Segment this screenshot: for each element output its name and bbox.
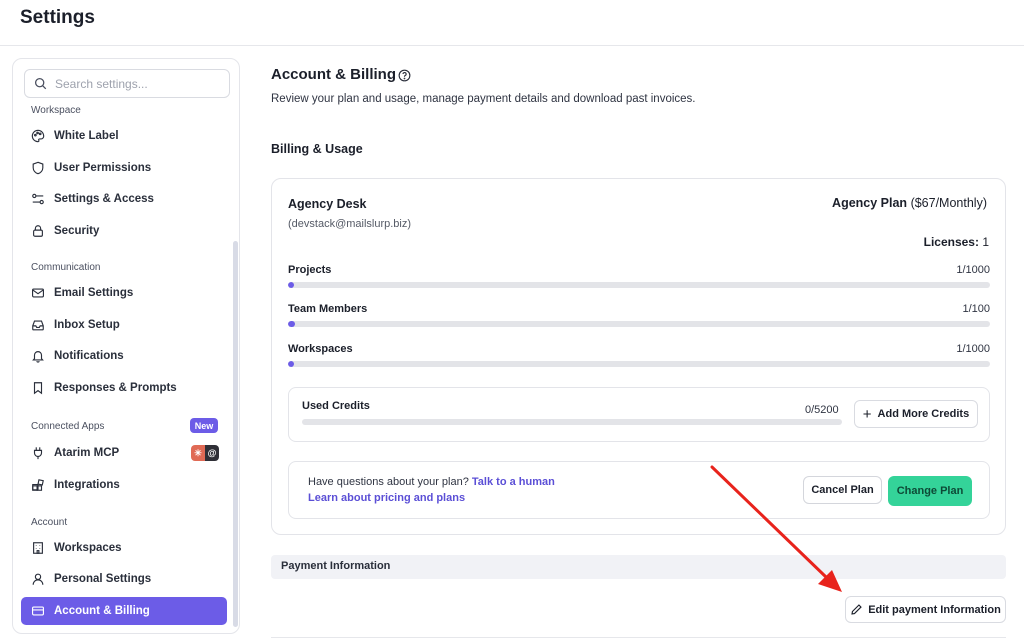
- usage-count: 1/1000: [956, 343, 990, 355]
- sidebar-item-account-billing[interactable]: Account & Billing: [21, 597, 227, 625]
- licenses-value: 1: [982, 235, 989, 249]
- bookmark-icon: [31, 381, 45, 395]
- sidebar-item-user-permissions[interactable]: User Permissions: [21, 154, 227, 182]
- credits-box: Used Credits 0/5200 + Add More Credits: [288, 387, 990, 442]
- sidebar-item-label: Settings & Access: [54, 193, 154, 205]
- sidebar-item-personal-settings[interactable]: Personal Settings: [21, 565, 227, 593]
- usage-label: Workspaces: [288, 343, 353, 355]
- credit-card-icon: [31, 604, 45, 618]
- search-input[interactable]: [55, 76, 225, 91]
- sidebar-item-label: Integrations: [54, 479, 120, 491]
- learn-pricing-link[interactable]: Learn about pricing and plans: [308, 492, 465, 504]
- section-label-account: Account: [31, 517, 68, 528]
- usage-label: Projects: [288, 264, 332, 276]
- lock-icon: [31, 224, 45, 238]
- sidebar-item-email-settings[interactable]: Email Settings: [21, 279, 227, 307]
- asterisk-app-icon: ✳: [191, 445, 205, 461]
- talk-to-human-link[interactable]: Talk to a human: [472, 476, 555, 488]
- sliders-icon: [31, 192, 45, 206]
- search-icon: [34, 77, 47, 90]
- payment-information-title: Payment Information: [281, 560, 391, 572]
- edit-payment-label: Edit payment Information: [868, 603, 1001, 616]
- sidebar-item-label: Inbox Setup: [54, 319, 120, 331]
- payment-information-header: Payment Information: [271, 555, 1006, 579]
- palette-icon: [31, 129, 45, 143]
- sidebar-item-security[interactable]: Security: [21, 217, 227, 245]
- divider: [271, 637, 1006, 638]
- usage-label: Team Members: [288, 303, 368, 315]
- sidebar-item-label: White Label: [54, 130, 119, 142]
- sidebar-item-label: Personal Settings: [54, 573, 152, 585]
- section-label-communication: Communication: [31, 262, 101, 273]
- progress-track: [288, 321, 990, 327]
- plan-name: Agency Plan: [832, 196, 908, 210]
- sidebar-item-integrations[interactable]: Integrations: [21, 471, 227, 499]
- sidebar-item-label: Email Settings: [54, 287, 134, 299]
- licenses-label: Licenses:: [923, 235, 979, 249]
- sidebar-item-notifications[interactable]: Notifications: [21, 342, 227, 370]
- sidebar-item-label: Atarim MCP: [54, 447, 120, 459]
- building-icon: [31, 541, 45, 555]
- plan-question: Have questions about your plan? Talk to …: [308, 476, 555, 488]
- plus-icon: +: [862, 405, 872, 423]
- sidebar-item-settings-access[interactable]: Settings & Access: [21, 185, 227, 213]
- sidebar-item-label: Notifications: [54, 350, 124, 362]
- billing-usage-heading: Billing & Usage: [271, 142, 363, 156]
- sidebar-item-workspaces[interactable]: Workspaces: [21, 534, 227, 562]
- section-label-workspace: Workspace: [31, 105, 81, 116]
- account-name: Agency Desk: [288, 197, 367, 211]
- sidebar-scrollbar[interactable]: [233, 241, 238, 627]
- plug-icon: [31, 446, 45, 460]
- sidebar-item-responses-prompts[interactable]: Responses & Prompts: [21, 374, 227, 402]
- shield-icon: [31, 161, 45, 175]
- mcp-app-icons: ✳ @: [191, 445, 219, 461]
- search-box[interactable]: [24, 69, 230, 98]
- progress-fill: [288, 321, 296, 327]
- add-more-credits-label: Add More Credits: [877, 408, 970, 420]
- usage-count: 1/100: [962, 303, 990, 315]
- account-email: (devstack@mailslurp.biz): [288, 218, 412, 230]
- change-plan-button[interactable]: Change Plan: [888, 476, 972, 506]
- sidebar-item-white-label[interactable]: White Label: [21, 122, 227, 150]
- plan-info: Agency Plan ($67/Monthly): [832, 196, 987, 210]
- section-label-connected-apps: Connected Apps: [31, 421, 105, 432]
- top-bar: Settings: [0, 0, 1024, 46]
- learn-pricing-row: Learn about pricing and plans: [308, 492, 465, 504]
- section-title: Account & Billing: [271, 66, 396, 83]
- credits-progress-track: [302, 419, 842, 425]
- plan-price: ($67/Monthly): [910, 196, 987, 210]
- page-title: Settings: [20, 7, 95, 28]
- billing-card: Agency Desk (devstack@mailslurp.biz) Age…: [271, 178, 1006, 535]
- sidebar-item-label: Account & Billing: [54, 605, 150, 617]
- sidebar-item-inbox-setup[interactable]: Inbox Setup: [21, 311, 227, 339]
- help-circle-icon[interactable]: [398, 69, 411, 82]
- plan-help-box: Have questions about your plan? Talk to …: [288, 461, 990, 519]
- section-description: Review your plan and usage, manage payme…: [271, 93, 696, 105]
- licenses-info: Licenses: 1: [924, 235, 989, 249]
- plan-question-text: Have questions about your plan?: [308, 476, 469, 488]
- cancel-plan-button[interactable]: Cancel Plan: [803, 476, 882, 504]
- add-more-credits-button[interactable]: + Add More Credits: [854, 400, 978, 428]
- pencil-icon: [851, 604, 862, 615]
- progress-fill: [288, 361, 294, 367]
- usage-count: 1/1000: [956, 264, 990, 276]
- new-badge: New: [190, 418, 218, 433]
- user-icon: [31, 572, 45, 586]
- blocks-icon: [31, 478, 45, 492]
- sidebar-item-label: User Permissions: [54, 162, 152, 174]
- sidebar-item-label: Security: [54, 225, 100, 237]
- sidebar-item-label: Workspaces: [54, 542, 122, 554]
- sidebar-item-label: Responses & Prompts: [54, 382, 177, 394]
- at-sign-app-icon: @: [205, 445, 219, 461]
- settings-sidebar: Workspace White Label User Permissions S…: [12, 58, 240, 634]
- credits-label: Used Credits: [302, 400, 370, 412]
- edit-payment-button[interactable]: Edit payment Information: [845, 596, 1006, 623]
- bell-icon: [31, 349, 45, 363]
- mail-icon: [31, 286, 45, 300]
- progress-fill: [288, 282, 294, 288]
- progress-track: [288, 282, 990, 288]
- inbox-icon: [31, 318, 45, 332]
- progress-track: [288, 361, 990, 367]
- credits-count: 0/5200: [805, 404, 839, 416]
